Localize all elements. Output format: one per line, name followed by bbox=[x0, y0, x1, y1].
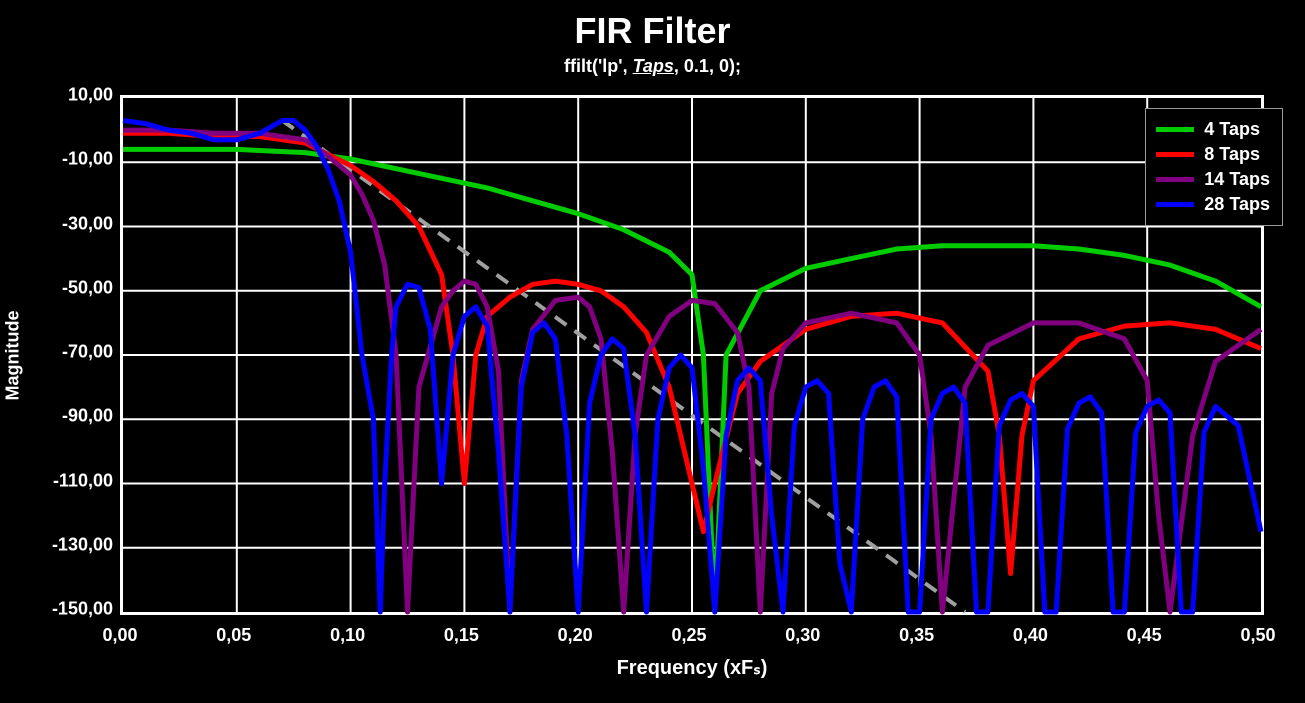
y-tick: -10,00 bbox=[62, 149, 113, 170]
x-tick: 0,20 bbox=[558, 625, 593, 646]
legend-swatch bbox=[1156, 202, 1194, 207]
x-axis-label: Frequency (xFₛ) bbox=[120, 655, 1264, 680]
y-tick: 10,00 bbox=[68, 85, 113, 106]
x-tick: 0,10 bbox=[330, 625, 365, 646]
legend-label: 8 Taps bbox=[1204, 144, 1260, 165]
legend-swatch bbox=[1156, 177, 1194, 182]
x-tick: 0,05 bbox=[216, 625, 251, 646]
y-tick: -70,00 bbox=[62, 342, 113, 363]
legend-item: 8 Taps bbox=[1156, 144, 1270, 165]
y-tick: -150,00 bbox=[52, 599, 113, 620]
x-tick: 0,15 bbox=[444, 625, 479, 646]
y-tick: -130,00 bbox=[52, 534, 113, 555]
chart-title: FIR Filter bbox=[0, 10, 1305, 52]
legend-label: 28 Taps bbox=[1204, 194, 1270, 215]
plot-area bbox=[120, 95, 1264, 615]
legend-swatch bbox=[1156, 152, 1194, 157]
legend-label: 4 Taps bbox=[1204, 119, 1260, 140]
x-tick: 0,45 bbox=[1127, 625, 1162, 646]
grid-lines bbox=[123, 98, 1261, 612]
subtitle-post: , 0.1, 0); bbox=[674, 56, 741, 76]
x-tick: 0,00 bbox=[102, 625, 137, 646]
fir-filter-chart: FIR Filter ffilt('lp', Taps, 0.1, 0); 0,… bbox=[0, 0, 1305, 703]
x-tick: 0,35 bbox=[899, 625, 934, 646]
x-tick: 0,40 bbox=[1013, 625, 1048, 646]
y-tick: -110,00 bbox=[53, 470, 113, 491]
plot-svg bbox=[123, 98, 1261, 612]
legend: 4 Taps 8 Taps 14 Taps 28 Taps bbox=[1145, 108, 1283, 226]
x-tick: 0,30 bbox=[785, 625, 820, 646]
chart-subtitle: ffilt('lp', Taps, 0.1, 0); bbox=[0, 56, 1305, 77]
legend-item: 4 Taps bbox=[1156, 119, 1270, 140]
y-tick: -30,00 bbox=[62, 213, 113, 234]
y-tick: -90,00 bbox=[62, 406, 113, 427]
subtitle-taps: Taps bbox=[633, 56, 674, 76]
x-tick: 0,50 bbox=[1240, 625, 1275, 646]
legend-item: 28 Taps bbox=[1156, 194, 1270, 215]
legend-label: 14 Taps bbox=[1204, 169, 1270, 190]
legend-swatch bbox=[1156, 127, 1194, 132]
x-tick: 0,25 bbox=[671, 625, 706, 646]
legend-item: 14 Taps bbox=[1156, 169, 1270, 190]
y-axis-label: Magnitude bbox=[0, 95, 25, 615]
subtitle-pre: ffilt('lp', bbox=[564, 56, 633, 76]
y-tick: -50,00 bbox=[62, 277, 113, 298]
